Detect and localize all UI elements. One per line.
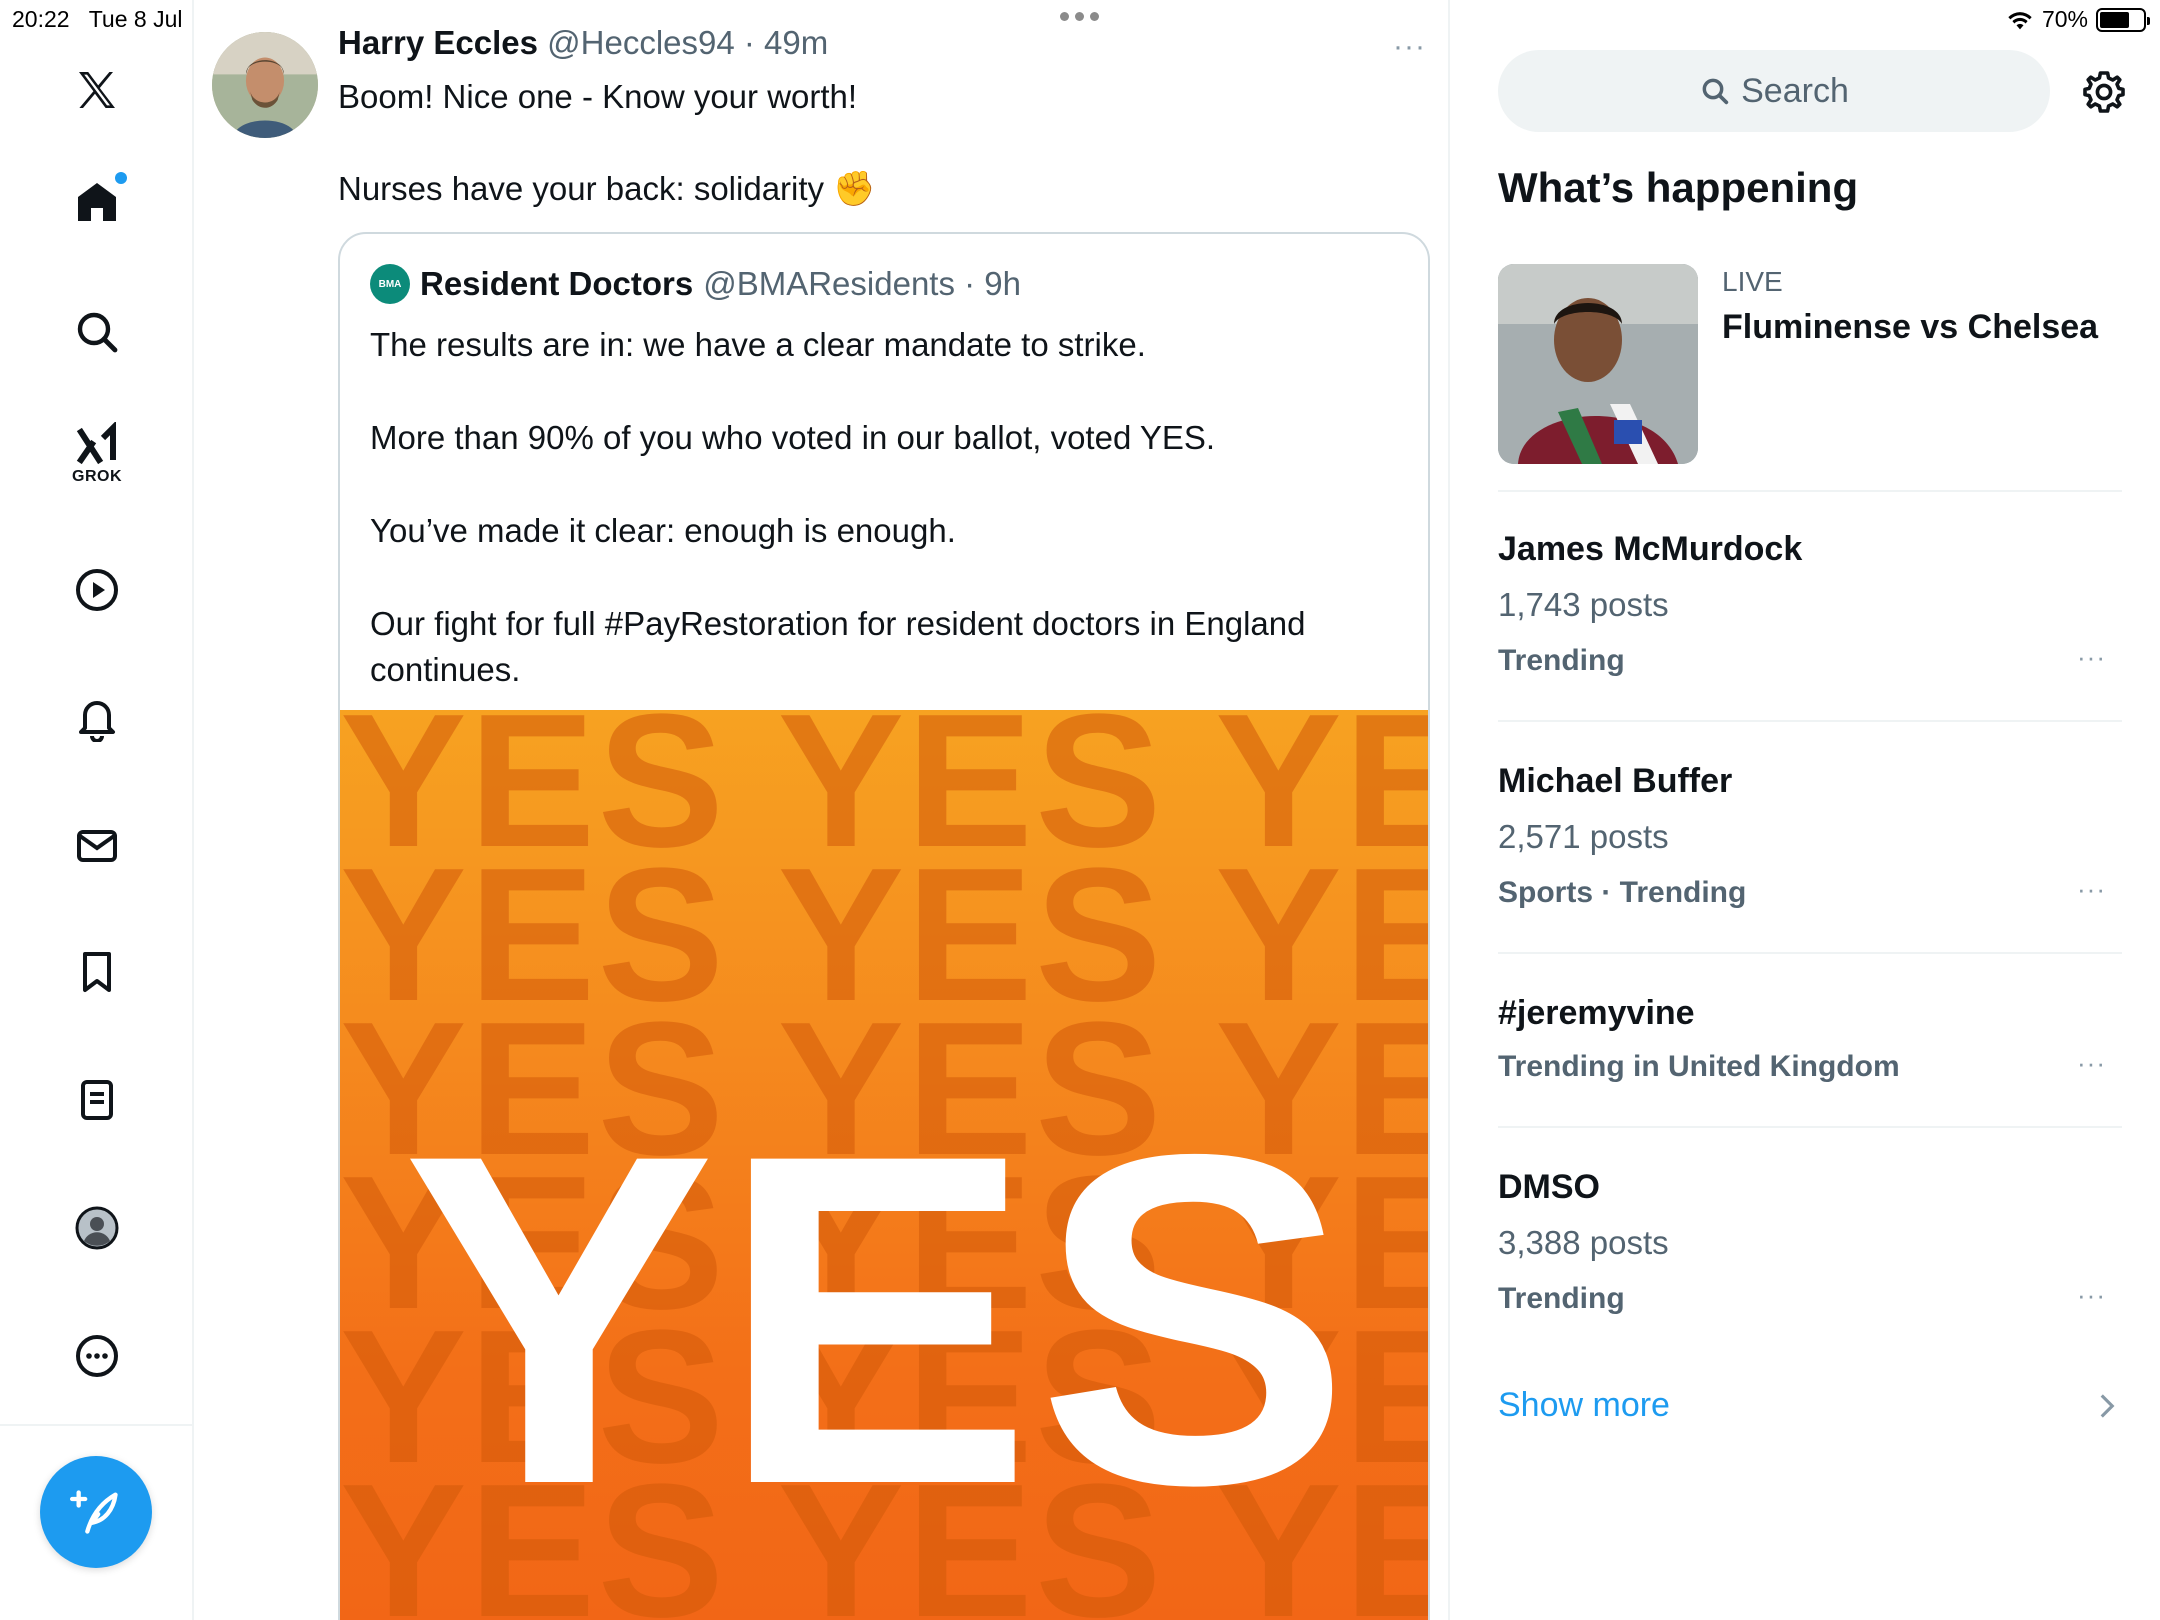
yes-headline: YES (402, 1057, 1355, 1582)
gear-icon[interactable] (2080, 68, 2128, 116)
author-name[interactable]: Harry Eccles (338, 24, 538, 61)
quote-author-name: Resident Doctors (420, 265, 694, 302)
search-icon (1702, 78, 1729, 105)
profile-icon (75, 1206, 119, 1250)
main-timeline: Harry Eccles @Heccles94 · 49m ··· Boom! … (194, 0, 1450, 1620)
x-logo-icon[interactable] (61, 54, 133, 126)
nav-grok[interactable]: GROK (61, 418, 133, 490)
trend-item[interactable]: James McMurdock 1,743 posts Trending ··· (1498, 492, 2122, 722)
trend-posts: 2,571 posts (1498, 818, 1669, 855)
status-right: 70% (2006, 6, 2150, 33)
home-icon (78, 183, 116, 221)
show-more-link[interactable]: Show more (1498, 1386, 1670, 1425)
nav-profile[interactable] (61, 1192, 133, 1264)
tweet-line-2: Nurses have your back: solidarity ✊ (338, 166, 1398, 212)
live-event-title: Fluminense vs Chelsea (1722, 308, 2099, 346)
grok-icon (76, 422, 116, 465)
grok-label: GROK (72, 468, 122, 485)
trend-category: Sports · Trending (1498, 876, 1747, 909)
nav-notifications[interactable] (61, 682, 133, 754)
quote-paragraph: More than 90% of you who voted in our ba… (370, 419, 1216, 456)
more-circle-icon (76, 1335, 118, 1377)
tweet-text: Boom! Nice one - Know your worth! Nurses… (338, 74, 1398, 258)
trend-posts: 1,743 posts (1498, 586, 1669, 623)
left-nav: GROK (0, 0, 194, 1620)
nav-lists[interactable] (61, 1064, 133, 1136)
live-event-card[interactable]: LIVE Fluminense vs Chelsea (1498, 264, 2122, 492)
live-event-thumbnail (1498, 264, 1698, 464)
lists-icon (81, 1080, 113, 1120)
notification-dot (115, 172, 127, 184)
bell-icon (79, 701, 115, 742)
compose-button[interactable] (40, 1456, 152, 1568)
video-play-icon (76, 569, 118, 611)
raised-fist-emoji: ✊ (833, 170, 876, 208)
author-meta: @Heccles94 · 49m (547, 24, 829, 61)
trend-title: DMSO (1498, 1168, 1600, 1206)
nav-explore[interactable] (61, 296, 133, 368)
whats-happening-heading: What’s happening (1498, 164, 1859, 211)
quote-image[interactable]: YES YES YES YES YES YES YES YES YES YES … (340, 710, 1428, 1620)
nav-video[interactable] (61, 554, 133, 626)
quote-author-meta: @BMAResidents · 9h (703, 265, 1022, 302)
trend-title: #jeremyvine (1498, 994, 1695, 1032)
tweet-header: Harry Eccles @Heccles94 · 49m (338, 24, 828, 62)
bookmark-icon (83, 952, 111, 992)
trend-more-button[interactable]: ··· (2077, 642, 2106, 673)
trend-title: James McMurdock (1498, 530, 1803, 568)
search-input[interactable]: Search (1498, 50, 2050, 132)
avatar[interactable] (212, 32, 318, 138)
quote-header: BMA Resident Doctors @BMAResidents · 9h (370, 264, 1021, 304)
mail-icon (77, 830, 117, 862)
quote-text: The results are in: we have a clear mand… (370, 322, 1410, 693)
quote-paragraph: You’ve made it clear: enough is enough. (370, 512, 956, 549)
trend-item[interactable]: DMSO 3,388 posts Trending ··· (1498, 1128, 2122, 1358)
battery-icon (2096, 7, 2150, 32)
nav-home[interactable] (61, 166, 133, 238)
trend-more-button[interactable]: ··· (2077, 1280, 2106, 1311)
trend-item[interactable]: Michael Buffer 2,571 posts Sports · Tren… (1498, 722, 2122, 954)
quote-paragraph: Our fight for full #PayRestoration for r… (370, 605, 1306, 688)
nav-more[interactable] (61, 1320, 133, 1392)
wifi-icon (2008, 11, 2032, 29)
live-label: LIVE (1722, 266, 1783, 297)
battery-percent: 70% (2041, 6, 2088, 32)
trend-category: Trending (1498, 644, 1625, 677)
quote-paragraph: The results are in: we have a clear mand… (370, 326, 1146, 363)
nav-messages[interactable] (61, 810, 133, 882)
trend-posts: 3,388 posts (1498, 1224, 1669, 1261)
quoted-tweet[interactable]: BMA Resident Doctors @BMAResidents · 9h … (338, 232, 1430, 1620)
tweet-more-button[interactable]: ··· (1393, 30, 1426, 64)
search-icon (77, 312, 118, 353)
multitask-dots[interactable] (1060, 12, 1099, 21)
bma-logo: BMA (370, 264, 410, 304)
trend-category: Trending in United Kingdom (1498, 1050, 1900, 1083)
compose-feather-icon (70, 1490, 118, 1534)
trend-item[interactable]: #jeremyvine Trending in United Kingdom ·… (1498, 954, 2122, 1128)
trend-more-button[interactable]: ··· (2077, 874, 2106, 905)
trend-more-button[interactable]: ··· (2077, 1048, 2106, 1079)
chevron-right-icon (2100, 1394, 2115, 1418)
trend-title: Michael Buffer (1498, 762, 1733, 800)
trend-category: Trending (1498, 1282, 1625, 1315)
tweet-line-1: Boom! Nice one - Know your worth! (338, 78, 858, 115)
nav-divider (0, 1424, 194, 1426)
search-placeholder: Search (1741, 71, 1849, 110)
nav-bookmarks[interactable] (61, 936, 133, 1008)
